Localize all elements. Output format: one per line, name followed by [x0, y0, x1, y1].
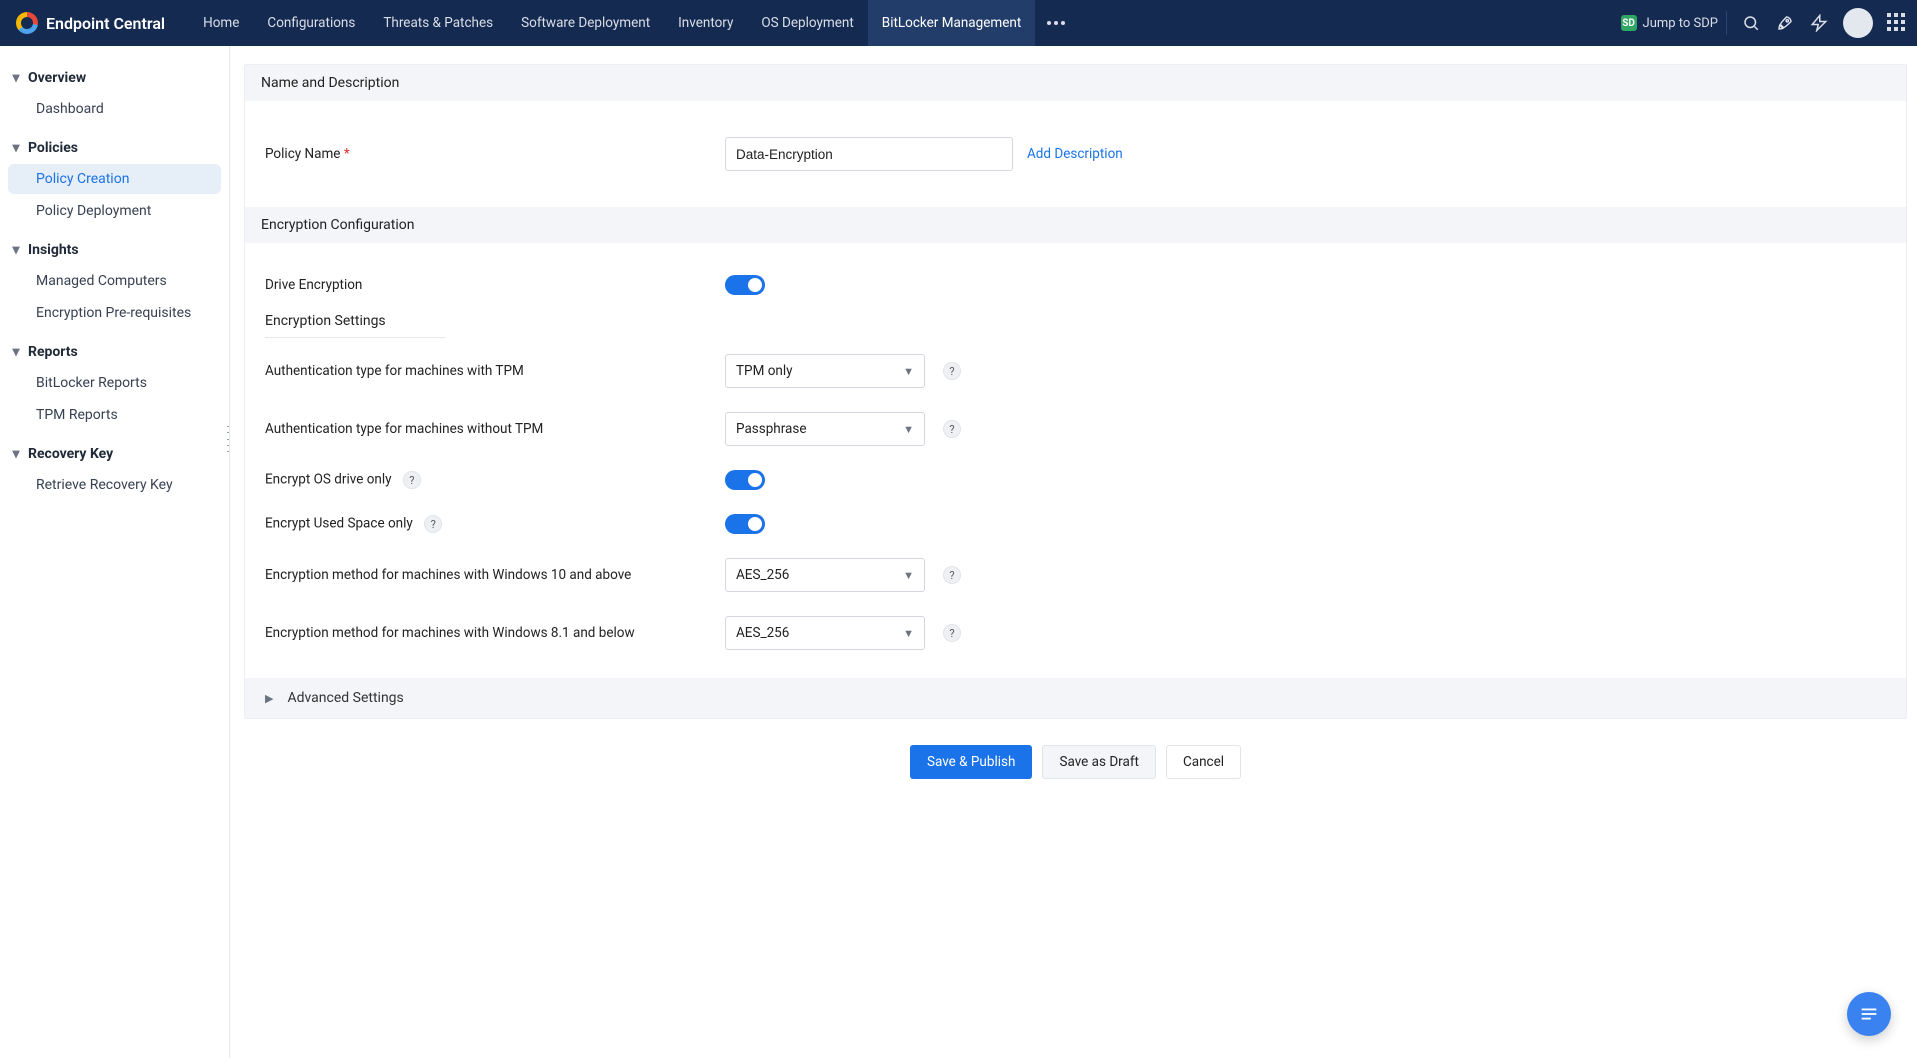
encrypt-os-only-label: Encrypt OS drive only ? [265, 471, 725, 489]
brand-name: Endpoint Central [46, 14, 165, 33]
nav-more[interactable] [1035, 0, 1077, 46]
jump-to-sdp[interactable]: SD Jump to SDP [1621, 11, 1727, 35]
method-win10-select[interactable]: AES_256 ▼ [725, 558, 925, 592]
search-icon[interactable] [1741, 13, 1761, 33]
chevron-down-icon: ▼ [903, 569, 914, 582]
action-bar: Save & Publish Save as Draft Cancel [244, 719, 1907, 789]
help-icon[interactable]: ? [943, 362, 961, 380]
content: Name and Description Policy Name Add Des… [230, 46, 1917, 1058]
nav-bitlocker-management[interactable]: BitLocker Management [868, 0, 1035, 46]
encrypt-os-only-toggle[interactable] [725, 470, 765, 490]
help-icon[interactable]: ? [943, 624, 961, 642]
brand[interactable]: Endpoint Central [16, 12, 165, 34]
method-win81-label: Encryption method for machines with Wind… [265, 625, 725, 641]
help-fab[interactable] [1847, 992, 1891, 1036]
policy-name-label: Policy Name [265, 146, 725, 162]
section-name-description: Name and Description [245, 65, 1906, 101]
auth-with-tpm-label: Authentication type for machines with TP… [265, 363, 725, 379]
encrypt-used-space-toggle[interactable] [725, 514, 765, 534]
method-win10-label: Encryption method for machines with Wind… [265, 567, 725, 583]
sidebar-item-retrieve-recovery-key[interactable]: Retrieve Recovery Key [8, 470, 221, 500]
rocket-icon[interactable] [1775, 13, 1795, 33]
bolt-icon[interactable] [1809, 13, 1829, 33]
auth-with-tpm-select[interactable]: TPM only ▼ [725, 354, 925, 388]
auth-without-tpm-label: Authentication type for machines without… [265, 421, 725, 437]
nav-items: Home Configurations Threats & Patches So… [189, 0, 1077, 46]
help-icon[interactable]: ? [943, 420, 961, 438]
select-value: TPM only [736, 363, 793, 379]
sidebar-group-policies[interactable]: ▾ Policies [0, 134, 229, 162]
brand-logo-icon [16, 12, 38, 34]
cancel-button[interactable]: Cancel [1166, 745, 1241, 779]
nav-os-deployment[interactable]: OS Deployment [747, 0, 867, 46]
sidebar-group-label: Overview [28, 70, 86, 86]
ellipsis-icon [1047, 21, 1065, 25]
top-nav: Endpoint Central Home Configurations Thr… [0, 0, 1917, 46]
help-icon[interactable]: ? [943, 566, 961, 584]
sidebar-group-label: Reports [28, 344, 78, 360]
sidebar-item-encryption-prereq[interactable]: Encryption Pre-requisites [8, 298, 221, 328]
section-encryption-config: Encryption Configuration [245, 207, 1906, 243]
auth-without-tpm-select[interactable]: Passphrase ▼ [725, 412, 925, 446]
sidebar-collapse-handle[interactable] [227, 426, 230, 452]
select-value: AES_256 [736, 625, 789, 641]
chevron-down-icon: ▼ [903, 423, 914, 436]
add-description-link[interactable]: Add Description [1027, 146, 1123, 162]
sidebar-group-overview[interactable]: ▾ Overview [0, 64, 229, 92]
sidebar-item-policy-deployment[interactable]: Policy Deployment [8, 196, 221, 226]
sidebar-group-label: Insights [28, 242, 79, 258]
nav-software-deployment[interactable]: Software Deployment [507, 0, 664, 46]
sdp-icon: SD [1621, 15, 1637, 31]
chevron-right-icon: ▶ [265, 692, 273, 705]
sidebar-item-tpm-reports[interactable]: TPM Reports [8, 400, 221, 430]
chevron-down-icon: ▾ [10, 72, 22, 84]
save-draft-button[interactable]: Save as Draft [1042, 745, 1156, 779]
advanced-settings-label: Advanced Settings [287, 690, 403, 706]
save-publish-button[interactable]: Save & Publish [910, 745, 1032, 779]
sidebar-group-reports[interactable]: ▾ Reports [0, 338, 229, 366]
advanced-settings-toggle[interactable]: ▶ Advanced Settings [245, 678, 1906, 718]
select-value: Passphrase [736, 421, 807, 437]
encryption-settings-title: Encryption Settings [265, 307, 445, 338]
chevron-down-icon: ▾ [10, 346, 22, 358]
policy-name-input[interactable] [725, 137, 1013, 171]
jump-label: Jump to SDP [1643, 16, 1718, 31]
policy-panel: Name and Description Policy Name Add Des… [244, 64, 1907, 719]
topnav-right: SD Jump to SDP [1621, 8, 1907, 38]
sidebar-item-bitlocker-reports[interactable]: BitLocker Reports [8, 368, 221, 398]
drive-encryption-toggle[interactable] [725, 275, 765, 295]
sidebar-item-managed-computers[interactable]: Managed Computers [8, 266, 221, 296]
sidebar-group-insights[interactable]: ▾ Insights [0, 236, 229, 264]
sidebar-group-label: Recovery Key [28, 446, 113, 462]
select-value: AES_256 [736, 567, 789, 583]
chevron-down-icon: ▾ [10, 244, 22, 256]
nav-configurations[interactable]: Configurations [253, 0, 369, 46]
nav-home[interactable]: Home [189, 0, 253, 46]
nav-inventory[interactable]: Inventory [664, 0, 747, 46]
sidebar: ▾ Overview Dashboard ▾ Policies Policy C… [0, 46, 230, 1058]
apps-grid-icon[interactable] [1887, 13, 1907, 33]
nav-threats-patches[interactable]: Threats & Patches [369, 0, 507, 46]
sidebar-item-dashboard[interactable]: Dashboard [8, 94, 221, 124]
help-icon[interactable]: ? [403, 471, 421, 489]
avatar[interactable] [1843, 8, 1873, 38]
encrypt-used-space-label: Encrypt Used Space only ? [265, 515, 725, 533]
chevron-down-icon: ▼ [903, 627, 914, 640]
chevron-down-icon: ▾ [10, 448, 22, 460]
method-win81-select[interactable]: AES_256 ▼ [725, 616, 925, 650]
help-icon[interactable]: ? [424, 515, 442, 533]
chevron-down-icon: ▼ [903, 365, 914, 378]
sidebar-group-recovery-key[interactable]: ▾ Recovery Key [0, 440, 229, 468]
sidebar-group-label: Policies [28, 140, 78, 156]
sidebar-item-policy-creation[interactable]: Policy Creation [8, 164, 221, 194]
drive-encryption-label: Drive Encryption [265, 277, 725, 293]
chevron-down-icon: ▾ [10, 142, 22, 154]
